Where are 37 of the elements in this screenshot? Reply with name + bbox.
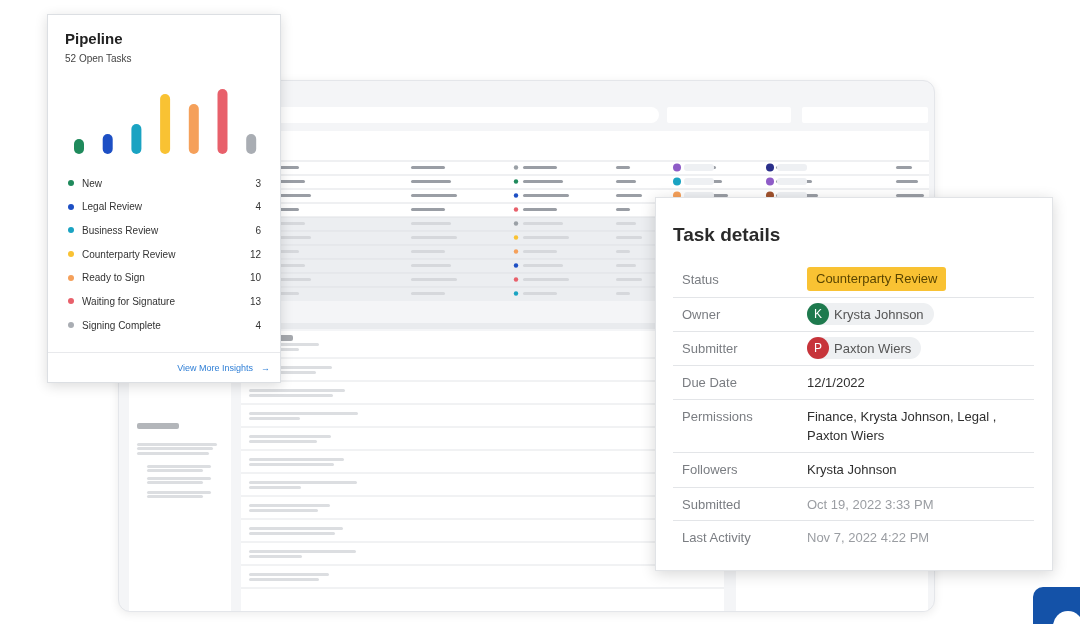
avatar: P bbox=[807, 337, 829, 359]
card-subtitle: 52 Open Tasks bbox=[65, 53, 133, 64]
legend-label: Ready to Sign bbox=[82, 272, 146, 284]
field-value: Nov 7, 2022 4:22 PM bbox=[807, 530, 930, 545]
field-value: Krysta Johnson bbox=[807, 462, 897, 477]
legend-label: Business Review bbox=[82, 224, 160, 236]
legend-count: 3 bbox=[255, 177, 261, 189]
avatar: K bbox=[807, 303, 829, 325]
field-value: Oct 19, 2022 3:33 PM bbox=[807, 497, 934, 512]
field-label: Submitter bbox=[681, 340, 739, 358]
card-title: Pipeline bbox=[65, 30, 124, 47]
legend-count: 12 bbox=[249, 248, 261, 260]
field-value: 12/1/2022 bbox=[807, 375, 865, 390]
field-label: Permissions bbox=[681, 408, 754, 426]
legend-count: 10 bbox=[249, 272, 261, 284]
legend-count: 6 bbox=[255, 224, 261, 236]
legend-count: 4 bbox=[255, 201, 261, 213]
field-label: Owner bbox=[681, 306, 722, 324]
legend-label: Counterparty Review bbox=[82, 248, 177, 260]
legend-count: 4 bbox=[255, 319, 261, 331]
field-value: Finance, Krysta Johnson, Legal , Paxton Wiers bbox=[807, 409, 997, 443]
card-title: Task details bbox=[673, 224, 782, 246]
person-chip[interactable]: K Krysta Johnson bbox=[807, 303, 934, 325]
legend-label: Signing Complete bbox=[82, 319, 162, 331]
legend-label: Legal Review bbox=[82, 201, 144, 213]
field-label: Due Date bbox=[681, 374, 738, 392]
field-label: Status bbox=[681, 271, 720, 289]
legend-label: Waiting for Signature bbox=[82, 295, 176, 307]
arrow-icon: → bbox=[261, 362, 270, 373]
legend-label: New bbox=[82, 177, 103, 189]
status-badge: Counterparty Review bbox=[807, 267, 947, 291]
field-label: Followers bbox=[681, 461, 739, 479]
legend-count: 13 bbox=[249, 295, 261, 307]
field-label: Submitted bbox=[681, 496, 742, 514]
person-chip[interactable]: P Paxton Wiers bbox=[807, 337, 922, 359]
view-insights-link[interactable]: View More Insights → bbox=[177, 362, 270, 373]
field-label: Last Activity bbox=[681, 529, 752, 547]
